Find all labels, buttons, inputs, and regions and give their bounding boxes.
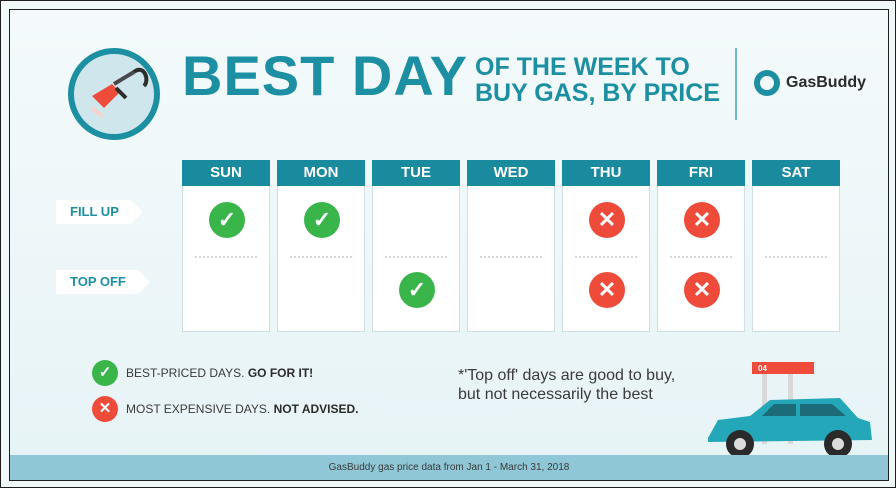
x-icon: ✕: [684, 272, 720, 308]
day-cell: ✓: [372, 186, 460, 332]
day-header: TUE: [372, 160, 460, 186]
title-main: BEST DAY: [182, 44, 469, 107]
legend: ✓ BEST-PRICED DAYS. GO FOR IT! ✕ MOST EX…: [92, 360, 359, 432]
day-cell: ✓: [182, 186, 270, 332]
day-column: SUN ✓: [182, 160, 270, 334]
day-column: THU ✕ ✕: [562, 160, 650, 334]
day-column: SAT: [752, 160, 840, 334]
x-icon: ✕: [684, 202, 720, 238]
x-icon: ✕: [92, 396, 118, 422]
check-icon: ✓: [304, 202, 340, 238]
check-icon: ✓: [399, 272, 435, 308]
row-divider: [385, 256, 447, 258]
footer-text: GasBuddy gas price data from Jan 1 - Mar…: [328, 462, 570, 473]
legend-best-text: BEST-PRICED DAYS. GO FOR IT!: [126, 366, 314, 380]
day-column: TUE ✓: [372, 160, 460, 334]
gas-nozzle-icon: [90, 67, 149, 118]
day-column: MON ✓: [277, 160, 365, 334]
pump-sign-label: 04: [758, 364, 767, 373]
x-icon: ✕: [589, 202, 625, 238]
title-sub: OF THE WEEK TO BUY GAS, BY PRICE: [475, 54, 720, 106]
day-cell: [752, 186, 840, 332]
day-cell: ✓: [277, 186, 365, 332]
check-icon: ✓: [92, 360, 118, 386]
header: BEST DAY OF THE WEEK TO BUY GAS, BY PRIC…: [10, 10, 888, 140]
day-cell: ✕ ✕: [562, 186, 650, 332]
header-divider: [735, 48, 737, 120]
car-at-pump-illustration: 04: [708, 362, 872, 458]
row-divider: [480, 256, 542, 258]
day-column: FRI ✕ ✕: [657, 160, 745, 334]
legend-expensive-text: MOST EXPENSIVE DAYS. NOT ADVISED.: [126, 402, 359, 416]
gas-pump-icon: [68, 48, 160, 140]
gasbuddy-logo-icon: [754, 70, 780, 96]
row-divider: [290, 256, 352, 258]
note-line1: *'Top off' days are good to buy,: [458, 367, 676, 384]
day-header: THU: [562, 160, 650, 186]
day-cell: [467, 186, 555, 332]
row-divider: [765, 256, 827, 258]
infographic-canvas: BEST DAY OF THE WEEK TO BUY GAS, BY PRIC…: [9, 9, 889, 481]
day-cell: ✕ ✕: [657, 186, 745, 332]
day-column: WED: [467, 160, 555, 334]
title-sub-line1: OF THE WEEK TO: [475, 53, 690, 81]
day-header: MON: [277, 160, 365, 186]
car-hubcap: [734, 438, 746, 450]
brand: GasBuddy: [754, 70, 866, 96]
legend-best: ✓ BEST-PRICED DAYS. GO FOR IT!: [92, 360, 359, 386]
row-divider: [670, 256, 732, 258]
row-label-top-off: TOP OFF: [56, 270, 150, 294]
day-header: SAT: [752, 160, 840, 186]
row-divider: [195, 256, 257, 258]
day-header: SUN: [182, 160, 270, 186]
row-label-fill-up: FILL UP: [56, 200, 143, 224]
note: *'Top off' days are good to buy, but not…: [458, 366, 675, 404]
check-icon: ✓: [209, 202, 245, 238]
infographic-frame: BEST DAY OF THE WEEK TO BUY GAS, BY PRIC…: [0, 0, 896, 488]
row-divider: [575, 256, 637, 258]
x-icon: ✕: [589, 272, 625, 308]
title-sub-line2: BUY GAS, BY PRICE: [475, 79, 720, 107]
footer: GasBuddy gas price data from Jan 1 - Mar…: [10, 455, 888, 480]
day-header: WED: [467, 160, 555, 186]
day-header: FRI: [657, 160, 745, 186]
brand-name: GasBuddy: [786, 74, 867, 91]
car-hubcap: [832, 438, 844, 450]
legend-expensive: ✕ MOST EXPENSIVE DAYS. NOT ADVISED.: [92, 396, 359, 422]
note-line2: but not necessarily the best: [458, 386, 653, 404]
